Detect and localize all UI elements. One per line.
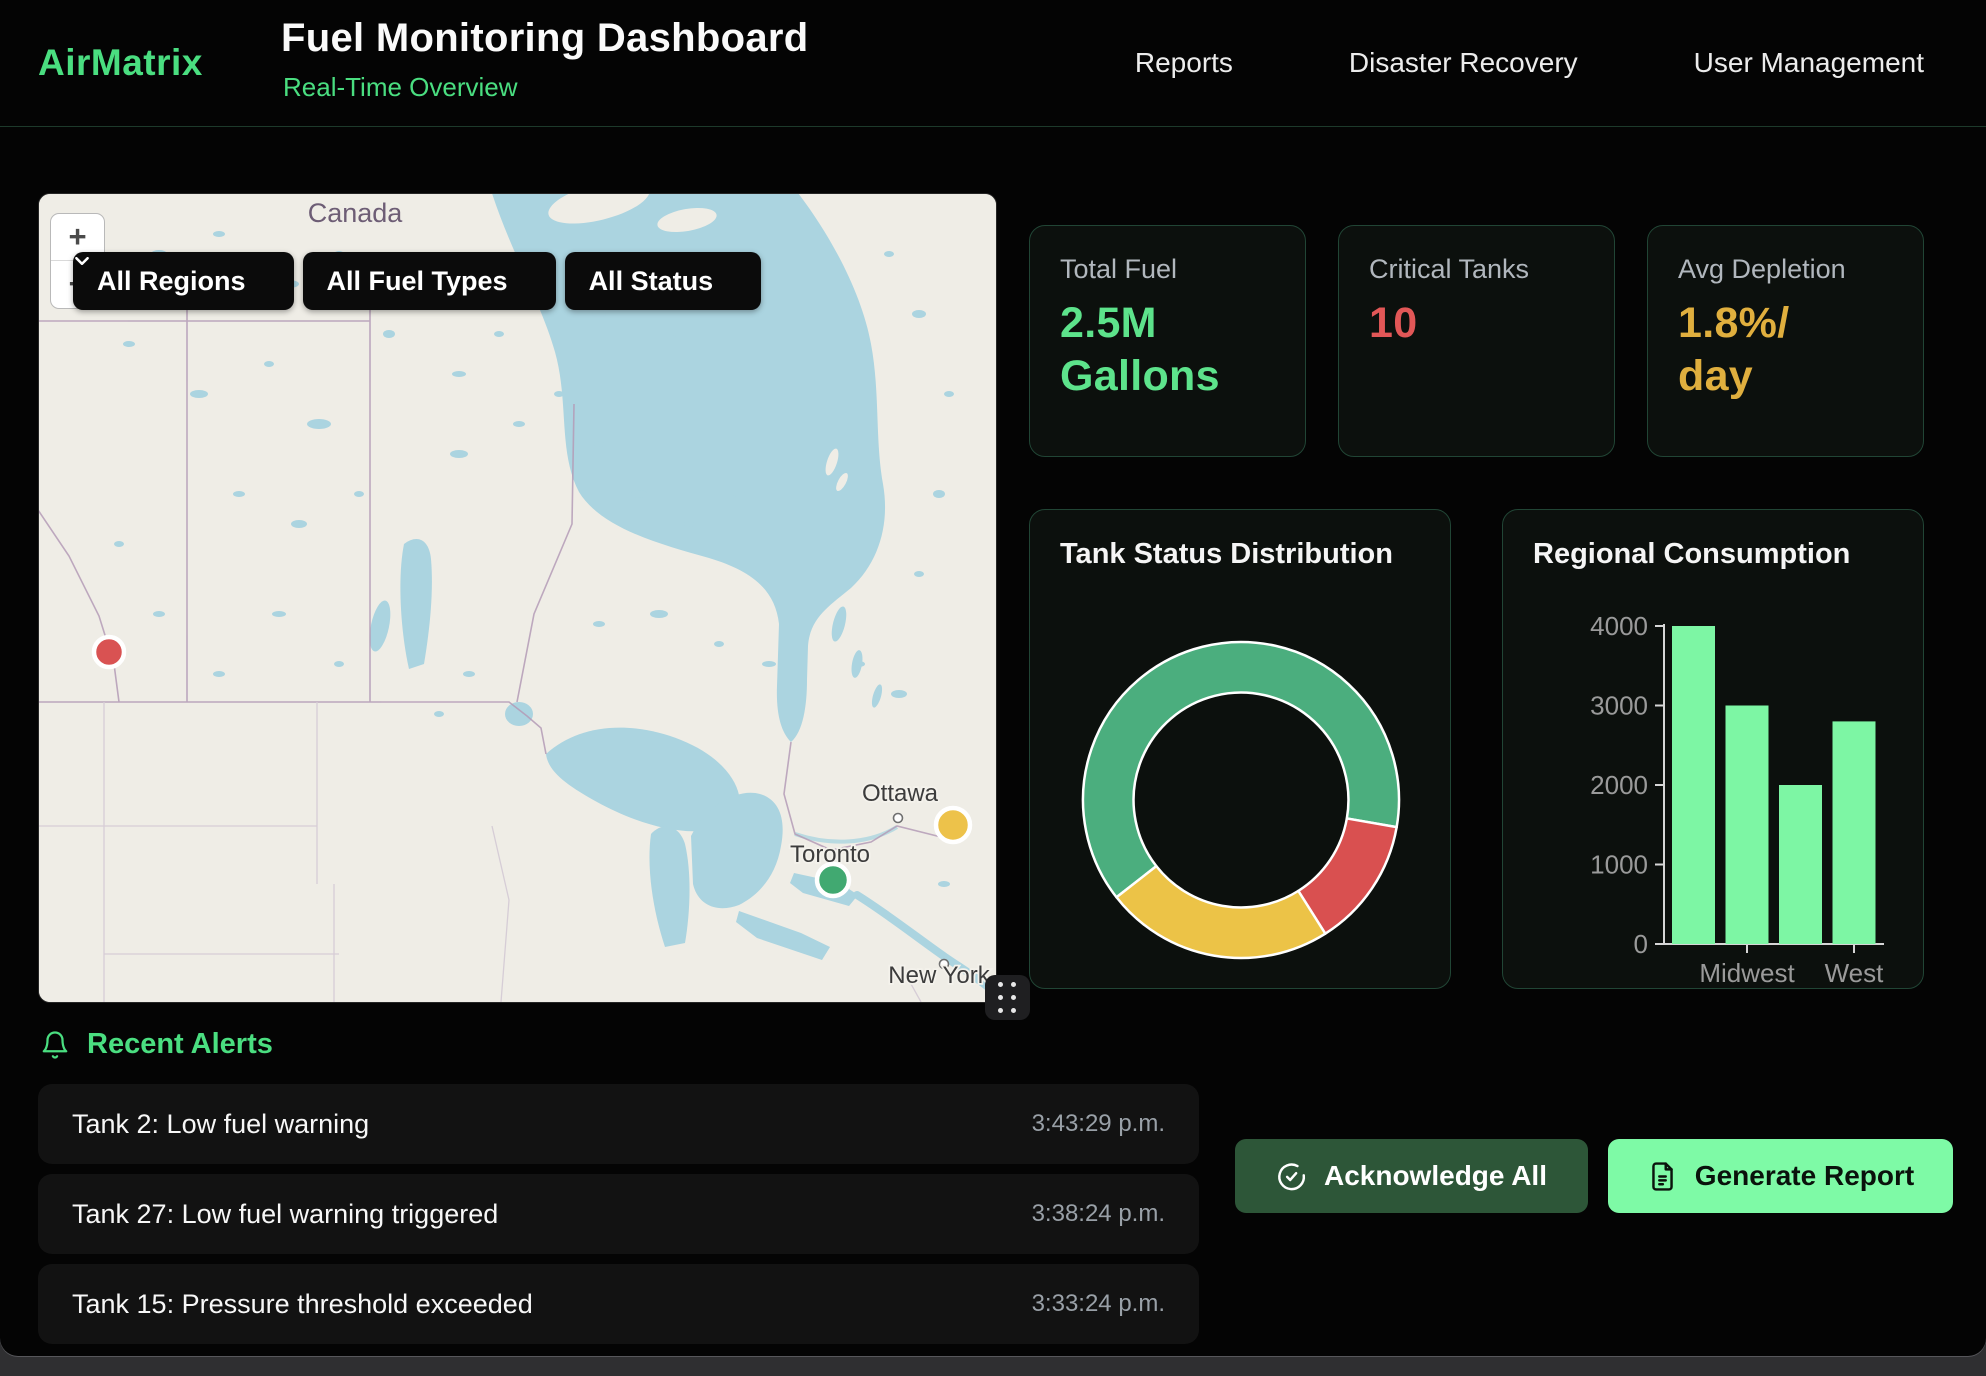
bar-0 <box>1672 626 1715 944</box>
fuel-map[interactable]: CanadaOttawaTorontoNew York + − All Regi… <box>38 193 997 1003</box>
main-nav: Reports Disaster Recovery User Management <box>1135 0 1924 126</box>
stat-card-avg-depletion: Avg Depletion 1.8%/ day <box>1647 225 1924 457</box>
alert-text: Tank 27: Low fuel warning triggered <box>72 1199 498 1230</box>
resize-grip-icon[interactable] <box>985 975 1030 1020</box>
tank-marker[interactable] <box>936 808 970 842</box>
tank-status-donut-chart <box>1030 510 1451 989</box>
y-tick-label: 0 <box>1634 929 1648 959</box>
alert-row: Tank 2: Low fuel warning 3:43:29 p.m. <box>38 1084 1199 1164</box>
generate-report-label: Generate Report <box>1695 1160 1914 1192</box>
bar-2 <box>1779 785 1822 944</box>
alert-text: Tank 2: Low fuel warning <box>72 1109 369 1140</box>
alert-row: Tank 15: Pressure threshold exceeded 3:33… <box>38 1264 1199 1344</box>
acknowledge-all-button[interactable]: Acknowledge All <box>1235 1139 1588 1213</box>
stat-value: 1.8%/ day <box>1678 297 1893 403</box>
stat-cards: Total Fuel 2.5M Gallons Critical Tanks 10 Av… <box>1029 225 1924 457</box>
alert-text: Tank 15: Pressure threshold exceeded <box>72 1289 533 1320</box>
stat-label: Critical Tanks <box>1369 254 1584 285</box>
stat-label: Total Fuel <box>1060 254 1275 285</box>
stat-label: Avg Depletion <box>1678 254 1893 285</box>
tank-status-card: Tank Status Distribution <box>1029 509 1451 989</box>
country-label: Canada <box>308 198 404 228</box>
nav-item-user-management[interactable]: User Management <box>1694 47 1924 79</box>
tank-marker[interactable] <box>94 637 124 667</box>
file-text-icon <box>1647 1161 1678 1192</box>
alert-timestamp: 3:43:29 p.m. <box>1032 1110 1165 1138</box>
y-tick-label: 2000 <box>1590 770 1648 800</box>
bar-1 <box>1726 706 1769 945</box>
y-tick-label: 4000 <box>1590 611 1648 641</box>
regional-consumption-bar-chart: 0 1000 2000 3000 4000 Midwest West <box>1503 510 1924 989</box>
stat-card-critical-tanks: Critical Tanks 10 <box>1338 225 1615 457</box>
generate-report-button[interactable]: Generate Report <box>1608 1139 1953 1213</box>
dashboard-window: AirMatrix Fuel Monitoring Dashboard Real… <box>0 0 1986 1356</box>
map-canvas: CanadaOttawaTorontoNew York <box>39 194 996 1002</box>
bell-icon <box>40 1030 70 1060</box>
header: AirMatrix Fuel Monitoring Dashboard Real… <box>0 0 1986 127</box>
nav-item-reports[interactable]: Reports <box>1135 47 1233 79</box>
y-tick-label: 1000 <box>1590 850 1648 880</box>
stat-card-total-fuel: Total Fuel 2.5M Gallons <box>1029 225 1306 457</box>
nav-item-disaster-recovery[interactable]: Disaster Recovery <box>1349 47 1578 79</box>
city-label: New York <box>888 962 990 989</box>
x-tick-label: West <box>1825 958 1885 988</box>
city-label: Ottawa <box>862 780 939 807</box>
alert-timestamp: 3:38:24 p.m. <box>1032 1200 1165 1228</box>
tank-marker[interactable] <box>817 864 849 896</box>
filter-label: All Regions <box>97 266 246 297</box>
app-logo: AirMatrix <box>38 42 203 84</box>
alerts-list: Tank 2: Low fuel warning3:43:29 p.m.Tank… <box>38 1084 1199 1354</box>
stat-value: 10 <box>1369 297 1584 350</box>
check-circle-icon <box>1276 1161 1307 1192</box>
page-title: Fuel Monitoring Dashboard <box>281 16 808 61</box>
filter-label: All Fuel Types <box>327 266 508 297</box>
filter-label: All Status <box>589 266 714 297</box>
filter-all-regions[interactable]: All Regions <box>73 252 294 310</box>
city-dot <box>894 814 903 823</box>
y-tick-label: 3000 <box>1590 691 1648 721</box>
page-subtitle: Real-Time Overview <box>283 72 518 103</box>
acknowledge-all-label: Acknowledge All <box>1324 1160 1547 1192</box>
filter-all-status[interactable]: All Status <box>565 252 762 310</box>
filter-all-fuel-types[interactable]: All Fuel Types <box>303 252 556 310</box>
alerts-header: Recent Alerts <box>40 1028 273 1061</box>
alert-row: Tank 27: Low fuel warning triggered 3:38:… <box>38 1174 1199 1254</box>
alert-timestamp: 3:33:24 p.m. <box>1032 1290 1165 1318</box>
regional-consumption-card: Regional Consumption 01000200030004000Mi… <box>1502 509 1924 989</box>
alerts-section-title: Recent Alerts <box>87 1028 273 1061</box>
x-tick-label: Midwest <box>1699 958 1795 988</box>
stat-value: 2.5M Gallons <box>1060 297 1275 403</box>
bar-3 <box>1833 721 1876 944</box>
chevron-down-icon <box>73 252 91 270</box>
donut-segment-yellow <box>1116 866 1325 958</box>
map-filters: All Regions All Fuel Types All Status <box>73 252 761 310</box>
charts-row: Tank Status Distribution Regional Consum… <box>1029 509 1924 989</box>
